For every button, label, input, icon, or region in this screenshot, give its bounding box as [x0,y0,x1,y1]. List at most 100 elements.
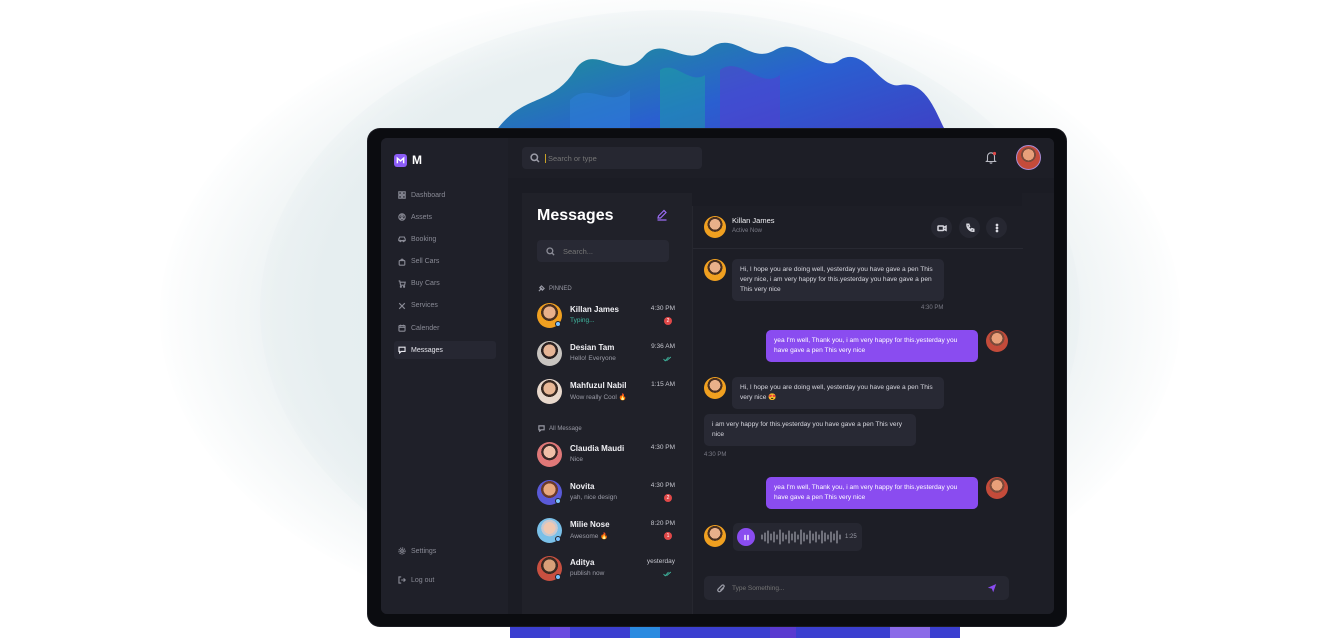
global-search[interactable] [522,147,702,169]
conversation-item[interactable]: Killan James Typing... 4:30 PM 2 [537,303,675,333]
video-call-button[interactable] [931,217,952,238]
contact-preview: Wow really Cool 🔥 [570,394,627,401]
contact-time: 1:15 AM [651,381,675,388]
contact-preview: Nice [570,456,584,463]
video-icon [936,224,947,232]
double-check-icon [663,356,672,362]
contact-time: 8:20 PM [650,520,675,527]
sidebar-item-label: Assets [411,213,433,221]
attachment-icon[interactable] [717,583,726,593]
sidebar-item-settings[interactable]: Settings [394,542,496,560]
contact-name: Mahfuzul Nabil [570,381,627,390]
contact-name: Desian Tam [570,343,615,352]
sidebar-item-services[interactable]: Services [394,297,496,315]
incoming-message: Hi, I hope you are doing well, yesterday… [732,259,944,301]
user-avatar[interactable] [1016,145,1041,170]
contact-name: Novita [570,482,595,491]
online-indicator [555,574,561,580]
bell-icon[interactable] [985,151,997,164]
phone-icon [965,222,975,232]
unread-badge: 1 [664,532,672,540]
sidebar-item-buy-cars[interactable]: Buy Cars [394,275,496,293]
contact-avatar[interactable] [704,216,726,238]
message-timestamp: 4:30 PM [704,452,727,458]
chat-window: Killan James Active Now Hi, I hope you a… [692,206,1023,614]
search-icon [546,246,555,256]
incoming-message: Hi, I hope you are doing well, yesterday… [732,377,944,409]
contact-name: Claudia Maudi [570,444,625,453]
outgoing-message: yea I'm well, Thank you, i am very happy… [766,330,978,362]
car-icon [398,236,406,243]
online-indicator [555,321,561,327]
contact-preview: Hello! Everyone [570,355,616,362]
contact-time: 4:30 PM [650,444,675,451]
sidebar-item-logout[interactable]: Log out [394,571,496,589]
waveform[interactable] [761,529,841,545]
conversation-item[interactable]: Novita yah, nice design 4:30 PM 2 [537,480,675,510]
messages-title: Messages [537,207,614,224]
sidebar-item-messages[interactable]: Messages [394,341,496,360]
logo-text: M [412,153,422,167]
chat-icon [398,346,406,355]
conversation-item[interactable]: Mahfuzul Nabil Wow really Cool 🔥 1:15 AM [537,379,675,409]
message-input[interactable] [732,584,972,592]
message-avatar [704,259,726,281]
all-messages-label-text: All Message [549,425,582,432]
sidebar-item-label: Dashboard [411,191,446,199]
chat-icon [538,425,545,432]
compose-icon[interactable] [656,209,668,221]
calendar-icon [398,324,406,332]
voice-duration: 1:25 [845,534,857,540]
conversation-item[interactable]: Desian Tam Hello! Everyone 9:36 AM [537,341,675,371]
contact-time: 4:30 PM [650,305,675,312]
sidebar-item-label: Messages [411,346,443,354]
sidebar: M Dashboard Assets Booking Sell Cars Buy… [381,138,508,614]
sidebar-item-booking[interactable]: Booking [394,230,496,248]
messages-search-input[interactable] [563,246,663,256]
message-avatar [704,525,726,547]
avatar [537,442,562,467]
cart-icon [398,280,406,288]
pinned-label-text: PINNED [549,285,572,292]
double-check-icon [663,571,672,577]
conversation-item[interactable]: Claudia Maudi Nice 4:30 PM [537,442,675,472]
message-composer[interactable] [704,576,1009,600]
contact-name: Milie Nose [570,520,610,529]
pinned-section-label: PINNED [538,285,572,292]
messages-search[interactable] [537,240,669,262]
sidebar-item-calender[interactable]: Calender [394,319,496,337]
online-indicator [555,536,561,542]
sidebar-item-dashboard[interactable]: Dashboard [394,186,496,204]
chat-header: Killan James Active Now [693,206,1023,249]
message-avatar [986,330,1008,352]
contact-time: yesterday [646,558,675,565]
sidebar-item-sell-cars[interactable]: Sell Cars [394,253,496,271]
sidebar-bottom: Settings Log out [394,542,496,593]
contact-preview: Typing... [570,317,595,324]
sidebar-item-label: Buy Cars [411,280,440,288]
voice-call-button[interactable] [959,217,980,238]
logo-icon[interactable] [394,154,407,167]
pause-button[interactable] [737,528,755,546]
gear-icon [398,547,406,555]
contact-name: Aditya [570,558,595,567]
contact-preview: yah, nice design [570,494,617,501]
conversation-item[interactable]: Milie Nose Awesome 🔥 8:20 PM 1 [537,518,675,548]
sidebar-item-assets[interactable]: Assets [394,208,496,226]
message-avatar [704,377,726,399]
stage: M Dashboard Assets Booking Sell Cars Buy… [0,0,1340,638]
voice-message: 1:25 [733,523,862,551]
sidebar-item-label: Sell Cars [411,258,440,266]
pause-icon [743,534,749,540]
outgoing-message: yea I'm well, Thank you, i am very happy… [766,477,978,509]
message-timestamp: 4:30 PM [921,305,944,311]
incoming-message: i am very happy for this.yesterday you h… [704,414,916,446]
right-gutter [1022,193,1054,614]
contact-name: Killan James [570,305,619,314]
sidebar-item-label: Booking [411,235,437,243]
conversation-item[interactable]: Aditya publish now yesterday [537,556,675,586]
global-search-input[interactable] [545,153,685,163]
search-icon [530,153,540,163]
more-options-button[interactable] [986,217,1007,238]
send-icon[interactable] [987,583,997,593]
